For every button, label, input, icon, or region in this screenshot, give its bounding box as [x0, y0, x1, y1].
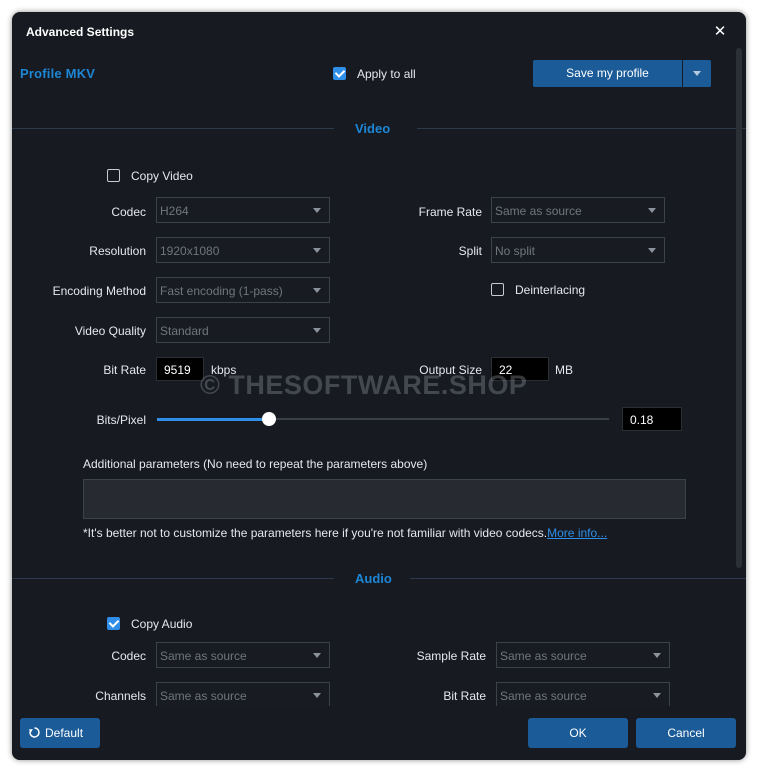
sample-rate-select[interactable]: Same as source — [496, 642, 670, 668]
chevron-down-icon — [313, 328, 321, 333]
encoding-method-label: Encoding Method — [52, 284, 146, 298]
chevron-down-icon — [313, 248, 321, 253]
sample-rate-label: Sample Rate — [416, 649, 486, 663]
ok-button[interactable]: OK — [528, 718, 628, 748]
codec-note: *It's better not to customize the parame… — [83, 526, 607, 540]
cancel-button[interactable]: Cancel — [636, 718, 736, 748]
audio-divider-left — [12, 578, 334, 579]
chevron-down-icon — [313, 208, 321, 213]
audio-divider-right — [410, 578, 746, 579]
video-quality-label: Video Quality — [74, 324, 146, 338]
default-button-label: Default — [45, 726, 84, 740]
audio-bitrate-select[interactable]: Same as source — [496, 682, 670, 708]
frame-rate-value: Same as source — [495, 204, 582, 218]
deinterlacing-checkbox[interactable] — [491, 283, 504, 296]
chevron-down-icon — [313, 653, 321, 658]
resolution-label: Resolution — [89, 244, 146, 258]
video-codec-select[interactable]: H264 — [156, 197, 330, 223]
video-bitrate-value: 9519 — [164, 363, 191, 377]
video-section-title: Video — [355, 121, 391, 136]
split-select[interactable]: No split — [491, 237, 665, 263]
copy-audio-label: Copy Audio — [131, 617, 193, 631]
additional-params-label: Additional parameters (No need to repeat… — [83, 457, 428, 471]
video-bitrate-input[interactable]: 9519 — [156, 357, 204, 381]
audio-codec-label: Codec — [111, 649, 146, 663]
split-value: No split — [495, 244, 536, 258]
audio-bitrate-value: Same as source — [500, 689, 587, 703]
resolution-value: 1920x1080 — [160, 244, 220, 258]
video-divider-left — [12, 128, 334, 129]
bits-pixel-value: 0.18 — [630, 413, 654, 427]
copy-video-checkbox[interactable] — [107, 169, 120, 182]
audio-codec-select[interactable]: Same as source — [156, 642, 330, 668]
chevron-down-icon — [648, 248, 656, 253]
advanced-settings-dialog: Advanced Settings ✕ Profile MKV Apply to… — [12, 12, 746, 760]
save-profile-button[interactable]: Save my profile — [533, 60, 682, 87]
chevron-down-icon — [313, 693, 321, 698]
audio-bitrate-label: Bit Rate — [443, 689, 486, 703]
encoding-method-value: Fast encoding (1-pass) — [160, 284, 283, 298]
close-icon[interactable]: ✕ — [710, 22, 730, 42]
title-bar: Advanced Settings ✕ — [12, 12, 746, 52]
channels-select[interactable]: Same as source — [156, 682, 330, 708]
frame-rate-label: Frame Rate — [418, 205, 482, 219]
reset-icon — [28, 727, 40, 738]
output-size-unit: MB — [555, 363, 573, 377]
dialog-title: Advanced Settings — [26, 25, 135, 39]
default-button[interactable]: Default — [20, 718, 100, 748]
bits-pixel-slider-thumb[interactable] — [262, 412, 276, 426]
audio-section-title: Audio — [355, 571, 392, 586]
deinterlacing-label: Deinterlacing — [515, 283, 586, 297]
audio-codec-value: Same as source — [160, 649, 247, 663]
additional-params-textarea[interactable] — [83, 479, 686, 519]
video-quality-value: Standard — [160, 324, 209, 338]
encoding-method-select[interactable]: Fast encoding (1-pass) — [156, 277, 330, 303]
bits-pixel-slider-fill — [157, 418, 269, 421]
channels-label: Channels — [95, 689, 146, 703]
video-codec-label: Codec — [111, 205, 146, 219]
profile-heading: Profile MKV — [20, 66, 95, 81]
chevron-down-icon — [653, 693, 661, 698]
bits-pixel-label: Bits/Pixel — [96, 413, 146, 427]
dialog-footer: Default OK Cancel — [12, 706, 746, 760]
channels-value: Same as source — [160, 689, 247, 703]
watermark: © THESOFTWARE.SHOP — [200, 370, 528, 400]
copy-audio-checkbox[interactable] — [107, 617, 120, 630]
codec-note-text: *It's better not to customize the parame… — [83, 526, 548, 540]
chevron-down-icon — [653, 653, 661, 658]
split-label: Split — [458, 244, 482, 258]
apply-to-all-label: Apply to all — [357, 67, 416, 81]
chevron-down-icon — [648, 208, 656, 213]
video-quality-select[interactable]: Standard — [156, 317, 330, 343]
profile-label: Profile — [20, 66, 62, 81]
chevron-down-icon — [313, 288, 321, 293]
resolution-select[interactable]: 1920x1080 — [156, 237, 330, 263]
video-bitrate-label: Bit Rate — [103, 363, 146, 377]
copy-video-label: Copy Video — [131, 169, 193, 183]
profile-value: MKV — [65, 66, 96, 81]
save-profile-dropdown-button[interactable] — [683, 60, 711, 87]
more-info-link[interactable]: More info... — [547, 526, 607, 540]
video-codec-value: H264 — [160, 204, 189, 218]
apply-to-all-checkbox[interactable] — [333, 67, 346, 80]
frame-rate-select[interactable]: Same as source — [491, 197, 665, 223]
settings-scrollbar[interactable] — [736, 48, 742, 568]
sample-rate-value: Same as source — [500, 649, 587, 663]
bits-pixel-input[interactable]: 0.18 — [622, 407, 682, 431]
video-divider-right — [417, 128, 746, 129]
